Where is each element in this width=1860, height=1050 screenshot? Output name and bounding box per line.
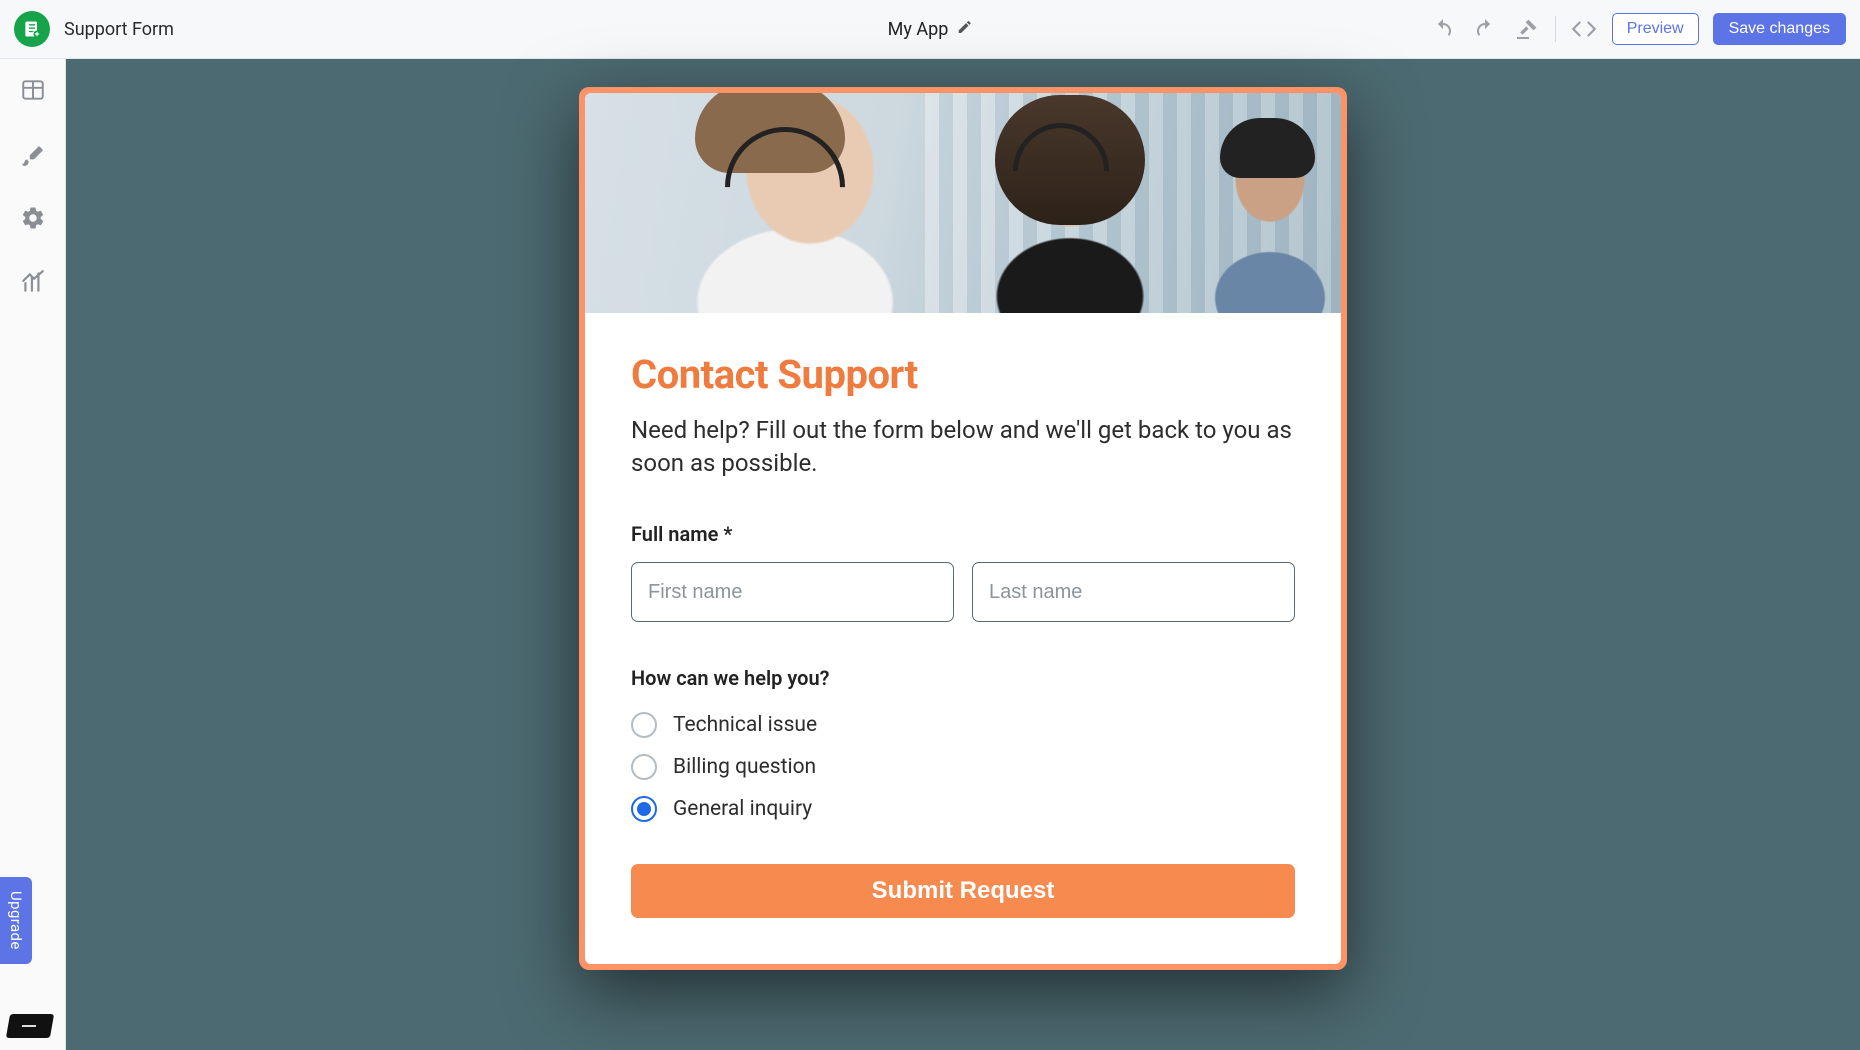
form-title: Contact Support	[631, 351, 1295, 398]
radio-label: Billing question	[673, 755, 816, 779]
first-name-input[interactable]	[631, 562, 954, 622]
topbar: Support Form My App Preview Save changes	[0, 0, 1860, 59]
brush-icon[interactable]	[20, 141, 46, 171]
undo-icon[interactable]	[1429, 15, 1457, 43]
app-name: My App	[888, 19, 949, 40]
upgrade-tab[interactable]: Upgrade	[0, 877, 32, 964]
table-icon[interactable]	[20, 77, 46, 107]
code-icon[interactable]	[1570, 15, 1598, 43]
app-name-group: My App	[888, 19, 973, 40]
page-title: Support Form	[64, 19, 174, 40]
last-name-input[interactable]	[972, 562, 1295, 622]
gavel-icon[interactable]	[1513, 15, 1541, 43]
form-card[interactable]: Contact Support Need help? Fill out the …	[579, 87, 1347, 970]
redo-icon[interactable]	[1471, 15, 1499, 43]
save-button[interactable]: Save changes	[1713, 13, 1846, 45]
submit-button[interactable]: Submit Request	[631, 864, 1295, 918]
help-radio-group: Technical issue Billing question General i…	[631, 712, 1295, 822]
form-subtitle: Need help? Fill out the form below and w…	[631, 414, 1295, 480]
radio-label: General inquiry	[673, 797, 812, 821]
radio-circle-icon	[631, 712, 657, 738]
divider	[1555, 16, 1556, 42]
radio-option-0[interactable]: Technical issue	[631, 712, 1295, 738]
hero-image	[585, 93, 1341, 313]
radio-circle-icon	[631, 796, 657, 822]
radio-circle-icon	[631, 754, 657, 780]
gear-icon[interactable]	[20, 205, 46, 235]
corner-badge[interactable]	[6, 1014, 54, 1038]
radio-option-1[interactable]: Billing question	[631, 754, 1295, 780]
help-label: How can we help you?	[631, 666, 1295, 690]
radio-label: Technical issue	[673, 713, 817, 737]
edit-app-name-icon[interactable]	[956, 19, 972, 39]
preview-button[interactable]: Preview	[1612, 13, 1699, 45]
fullname-label: Full name *	[631, 522, 1295, 546]
radio-option-2[interactable]: General inquiry	[631, 796, 1295, 822]
analytics-icon[interactable]	[20, 269, 46, 299]
app-logo[interactable]	[14, 11, 50, 47]
topbar-actions: Preview Save changes	[1429, 13, 1846, 45]
canvas-stage: Contact Support Need help? Fill out the …	[66, 59, 1860, 1050]
